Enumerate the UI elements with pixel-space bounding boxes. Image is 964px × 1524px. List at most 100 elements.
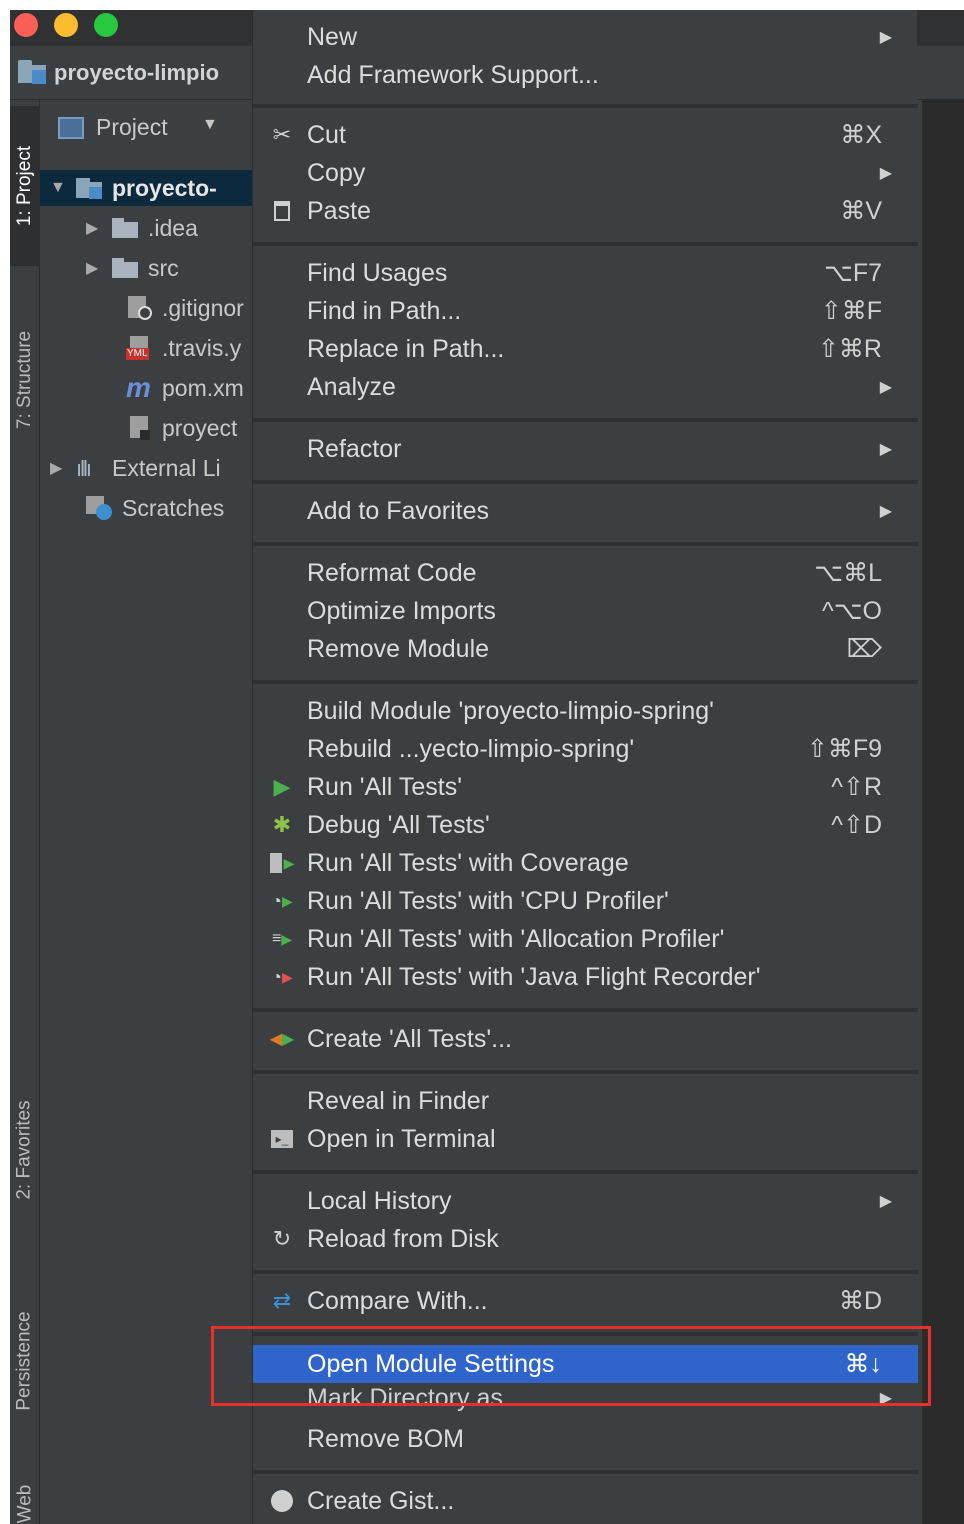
menu-item-add-framework-support[interactable]: Add Framework Support... <box>253 56 918 94</box>
zoom-window-button[interactable] <box>94 13 118 37</box>
menu-item-run-with-flight-recorder[interactable]: ◔ ▶ Run 'All Tests' with 'Java Flight Reco… <box>253 958 918 996</box>
menu-item-refactor[interactable]: Refactor ▶ <box>253 430 918 468</box>
tree-item-label: proyecto- <box>112 174 217 201</box>
menu-item-debug-all-tests[interactable]: ✱ Debug 'All Tests' ^⇧D <box>253 806 918 844</box>
expand-arrow-icon[interactable]: ▼ <box>50 179 66 197</box>
menu-item-run-with-coverage[interactable]: ▶ Run 'All Tests' with Coverage <box>253 844 918 882</box>
menu-item-local-history[interactable]: Local History ▶ <box>253 1182 918 1220</box>
menu-item-reload-from-disk[interactable]: ↻ Reload from Disk <box>253 1220 918 1258</box>
menu-separator <box>253 680 918 684</box>
menu-item-create-all-tests[interactable]: ◀ ▶ Create 'All Tests'... <box>253 1020 918 1058</box>
tab-persistence-label: Persistence <box>14 1311 35 1411</box>
project-view-selector[interactable]: Project ▼ <box>40 114 280 148</box>
tree-item-travis[interactable]: YML .travis.y <box>126 330 241 366</box>
tool-window-sidebar: 1: Project 7: Structure 2: Favorites Per… <box>10 100 40 1524</box>
allocation-profiler-icon: ≡ ▶ <box>271 930 293 947</box>
menu-item-new[interactable]: New ▶ <box>253 18 918 56</box>
tree-item-label: Scratches <box>122 494 225 521</box>
flight-recorder-icon: ◔ ▶ <box>271 966 293 987</box>
annotation-highlight-box <box>211 1326 931 1406</box>
module-folder-icon <box>18 60 46 84</box>
tree-item-pom[interactable]: m pom.xm <box>126 370 244 406</box>
menu-item-reveal-in-finder[interactable]: Reveal in Finder <box>253 1082 918 1120</box>
tab-web[interactable]: Web <box>10 1474 40 1524</box>
tree-item-scratches[interactable]: Scratches <box>86 490 224 526</box>
tree-item-label: pom.xm <box>162 374 244 401</box>
tree-item-gitignore[interactable]: .gitignor <box>126 290 244 326</box>
tab-persistence[interactable]: Persistence <box>10 1276 40 1446</box>
tab-project[interactable]: 1: Project <box>10 106 40 266</box>
submenu-arrow-icon: ▶ <box>879 379 892 396</box>
menu-separator <box>253 480 918 484</box>
tree-item-idea[interactable]: ▶ .idea <box>86 210 198 246</box>
yaml-file-icon: YML <box>126 336 154 360</box>
menu-item-build-module[interactable]: Build Module 'proyecto-limpio-spring' <box>253 692 918 730</box>
tree-item-iml[interactable]: proyect <box>126 410 237 446</box>
coverage-icon: ▶ <box>269 850 295 876</box>
yaml-badge: YML <box>126 348 149 360</box>
module-file-icon <box>126 416 154 440</box>
menu-separator <box>253 542 918 546</box>
menu-item-add-to-favorites[interactable]: Add to Favorites ▶ <box>253 492 918 530</box>
tab-structure-label: 7: Structure <box>14 330 35 430</box>
tree-item-src[interactable]: ▶ src <box>86 250 179 286</box>
submenu-arrow-icon: ▶ <box>879 441 892 458</box>
compare-icon: ⇄ <box>272 1288 292 1313</box>
tree-item-label: .idea <box>148 214 198 241</box>
tree-item-root[interactable]: ▼ proyecto- <box>40 170 252 206</box>
ignore-file-icon <box>126 296 154 320</box>
submenu-arrow-icon: ▶ <box>879 29 892 46</box>
menu-item-find-in-path[interactable]: Find in Path... ⇧⌘F <box>253 292 918 330</box>
menu-item-copy[interactable]: Copy ▶ <box>253 154 918 192</box>
tree-item-label: .travis.y <box>162 334 242 361</box>
menu-item-run-all-tests[interactable]: ▶ Run 'All Tests' ^⇧R <box>253 768 918 806</box>
menu-item-run-with-allocation-profiler[interactable]: ≡ ▶ Run 'All Tests' with 'Allocation Profi… <box>253 920 918 958</box>
module-folder-icon <box>76 176 104 200</box>
expand-arrow-icon[interactable]: ▶ <box>50 458 64 478</box>
run-icon: ▶ <box>273 774 291 799</box>
menu-item-run-with-cpu-profiler[interactable]: ◔ ▶ Run 'All Tests' with 'CPU Profiler' <box>253 882 918 920</box>
menu-separator <box>253 418 918 422</box>
menu-item-remove-module[interactable]: Remove Module ⌦ <box>253 630 918 668</box>
tab-favorites[interactable]: 2: Favorites <box>10 1070 40 1230</box>
maven-file-icon: m <box>126 372 151 403</box>
menu-item-reformat-code[interactable]: Reformat Code ⌥⌘L <box>253 554 918 592</box>
folder-icon <box>112 216 140 240</box>
tab-favorites-label: 2: Favorites <box>14 1100 36 1200</box>
project-view-icon <box>58 117 84 139</box>
submenu-arrow-icon: ▶ <box>879 1193 892 1210</box>
menu-item-rebuild[interactable]: Rebuild ...yecto-limpio-spring' ⇧⌘F9 <box>253 730 918 768</box>
breadcrumb-project[interactable]: proyecto-limpio <box>54 60 219 86</box>
expand-arrow-icon[interactable]: ▶ <box>86 258 100 278</box>
menu-item-open-in-terminal[interactable]: ▸_ Open in Terminal <box>253 1120 918 1158</box>
menu-item-analyze[interactable]: Analyze ▶ <box>253 368 918 406</box>
clipboard-icon <box>269 198 295 224</box>
ide-window: proyecto-limpio 1: Project 7: Structure … <box>10 10 964 1524</box>
tab-web-label: Web <box>14 1484 36 1524</box>
menu-separator <box>253 1470 918 1474</box>
menu-item-optimize-imports[interactable]: Optimize Imports ^⌥O <box>253 592 918 630</box>
menu-separator <box>253 104 918 108</box>
menu-separator <box>253 1070 918 1074</box>
minimize-window-button[interactable] <box>54 13 78 37</box>
cpu-profiler-icon: ◔ ▶ <box>271 890 293 911</box>
menu-separator <box>253 1008 918 1012</box>
menu-separator <box>253 1270 918 1274</box>
tree-item-label: External Li <box>112 454 221 481</box>
submenu-arrow-icon: ▶ <box>879 503 892 520</box>
menu-item-replace-in-path[interactable]: Replace in Path... ⇧⌘R <box>253 330 918 368</box>
context-menu: New ▶ Add Framework Support... ✂ Cut ⌘X Cop… <box>252 10 918 1524</box>
tree-item-external-libraries[interactable]: ▶ ıllı External Li <box>50 450 221 486</box>
tab-structure[interactable]: 7: Structure <box>10 290 40 470</box>
expand-arrow-icon[interactable]: ▶ <box>86 218 100 238</box>
tree-item-label: .gitignor <box>162 294 244 321</box>
menu-item-create-gist[interactable]: Create Gist... <box>253 1482 918 1520</box>
menu-item-remove-bom[interactable]: Remove BOM <box>253 1420 918 1458</box>
menu-separator <box>253 242 918 246</box>
github-icon <box>269 1488 295 1514</box>
close-window-button[interactable] <box>14 13 38 37</box>
menu-item-find-usages[interactable]: Find Usages ⌥F7 <box>253 254 918 292</box>
menu-item-compare-with[interactable]: ⇄ Compare With... ⌘D <box>253 1282 918 1320</box>
menu-item-cut[interactable]: ✂ Cut ⌘X <box>253 116 918 154</box>
menu-item-paste[interactable]: Paste ⌘V <box>253 192 918 230</box>
